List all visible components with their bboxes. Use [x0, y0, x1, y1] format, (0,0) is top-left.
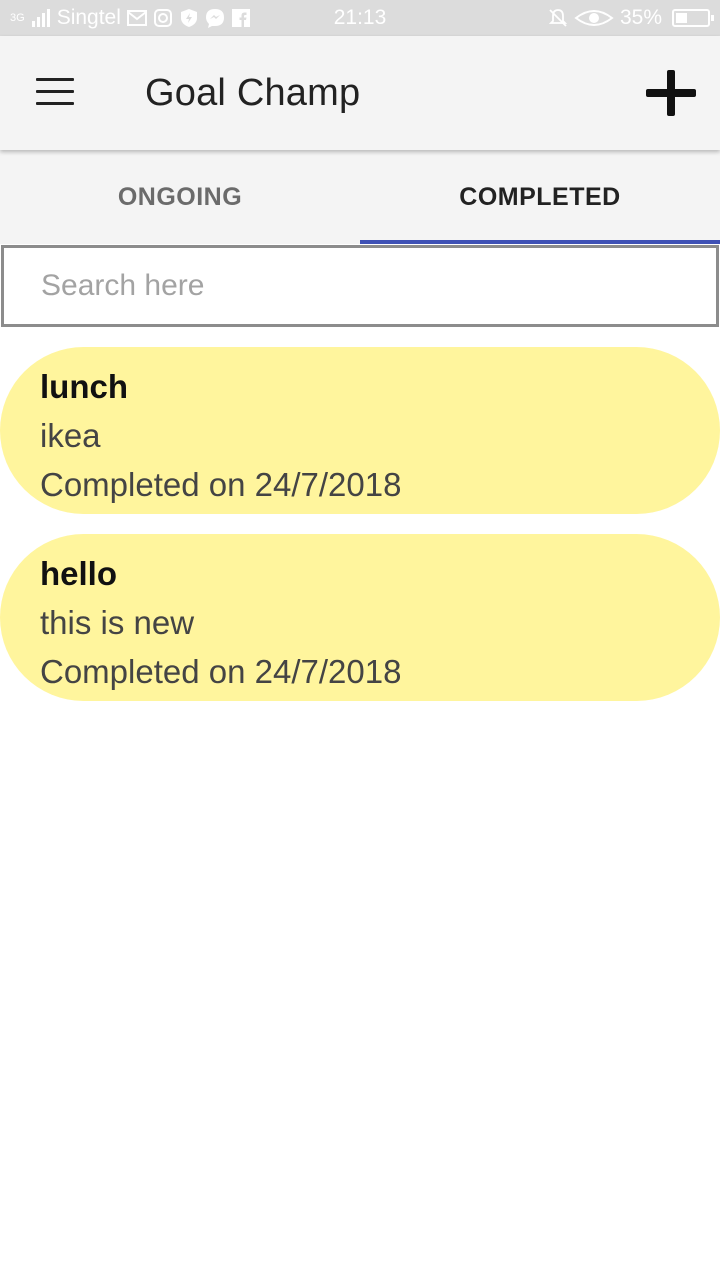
facebook-icon	[231, 9, 250, 27]
status-bar: 3G Singtel 21:13 35%	[0, 0, 720, 36]
tab-active-indicator	[360, 240, 720, 244]
tab-ongoing[interactable]: ONGOING	[0, 150, 360, 244]
signal-icon	[31, 9, 50, 27]
battery-icon	[672, 9, 714, 27]
tab-bar: ONGOING COMPLETED	[0, 150, 720, 244]
battery-fill	[676, 13, 687, 23]
eye-icon	[574, 10, 614, 26]
plus-icon[interactable]	[646, 70, 696, 116]
app-title: Goal Champ	[145, 72, 361, 114]
goal-description: ikea	[40, 417, 101, 454]
goal-card[interactable]: lunch ikea Completed on 24/7/2018	[0, 347, 720, 514]
status-bar-left: 3G Singtel	[10, 6, 251, 30]
carrier-name: Singtel	[56, 6, 121, 29]
goal-title: hello	[40, 555, 118, 592]
app-bar: Goal Champ	[0, 36, 720, 150]
goal-completed-date: Completed on 24/7/2018	[40, 466, 402, 503]
mute-icon	[548, 9, 568, 27]
instagram-icon	[153, 9, 172, 27]
goal-description: this is new	[40, 604, 195, 641]
hamburger-menu-icon[interactable]	[36, 78, 76, 108]
goal-completed-date: Completed on 24/7/2018	[40, 653, 402, 690]
search-input[interactable]	[4, 248, 716, 324]
network-type: 3G	[10, 12, 25, 24]
messenger-icon	[205, 9, 224, 28]
tab-ongoing-label: ONGOING	[117, 182, 243, 211]
mail-icon	[126, 10, 147, 26]
tab-completed-label: COMPLETED	[459, 182, 621, 211]
battery-percent: 35%	[619, 6, 662, 29]
shield-icon	[180, 9, 197, 27]
goal-title: lunch	[40, 368, 128, 405]
goal-card[interactable]: hello this is new Completed on 24/7/2018	[0, 534, 720, 701]
status-bar-right: 35%	[548, 6, 714, 30]
search-box	[1, 245, 719, 327]
tab-completed[interactable]: COMPLETED	[360, 150, 720, 244]
